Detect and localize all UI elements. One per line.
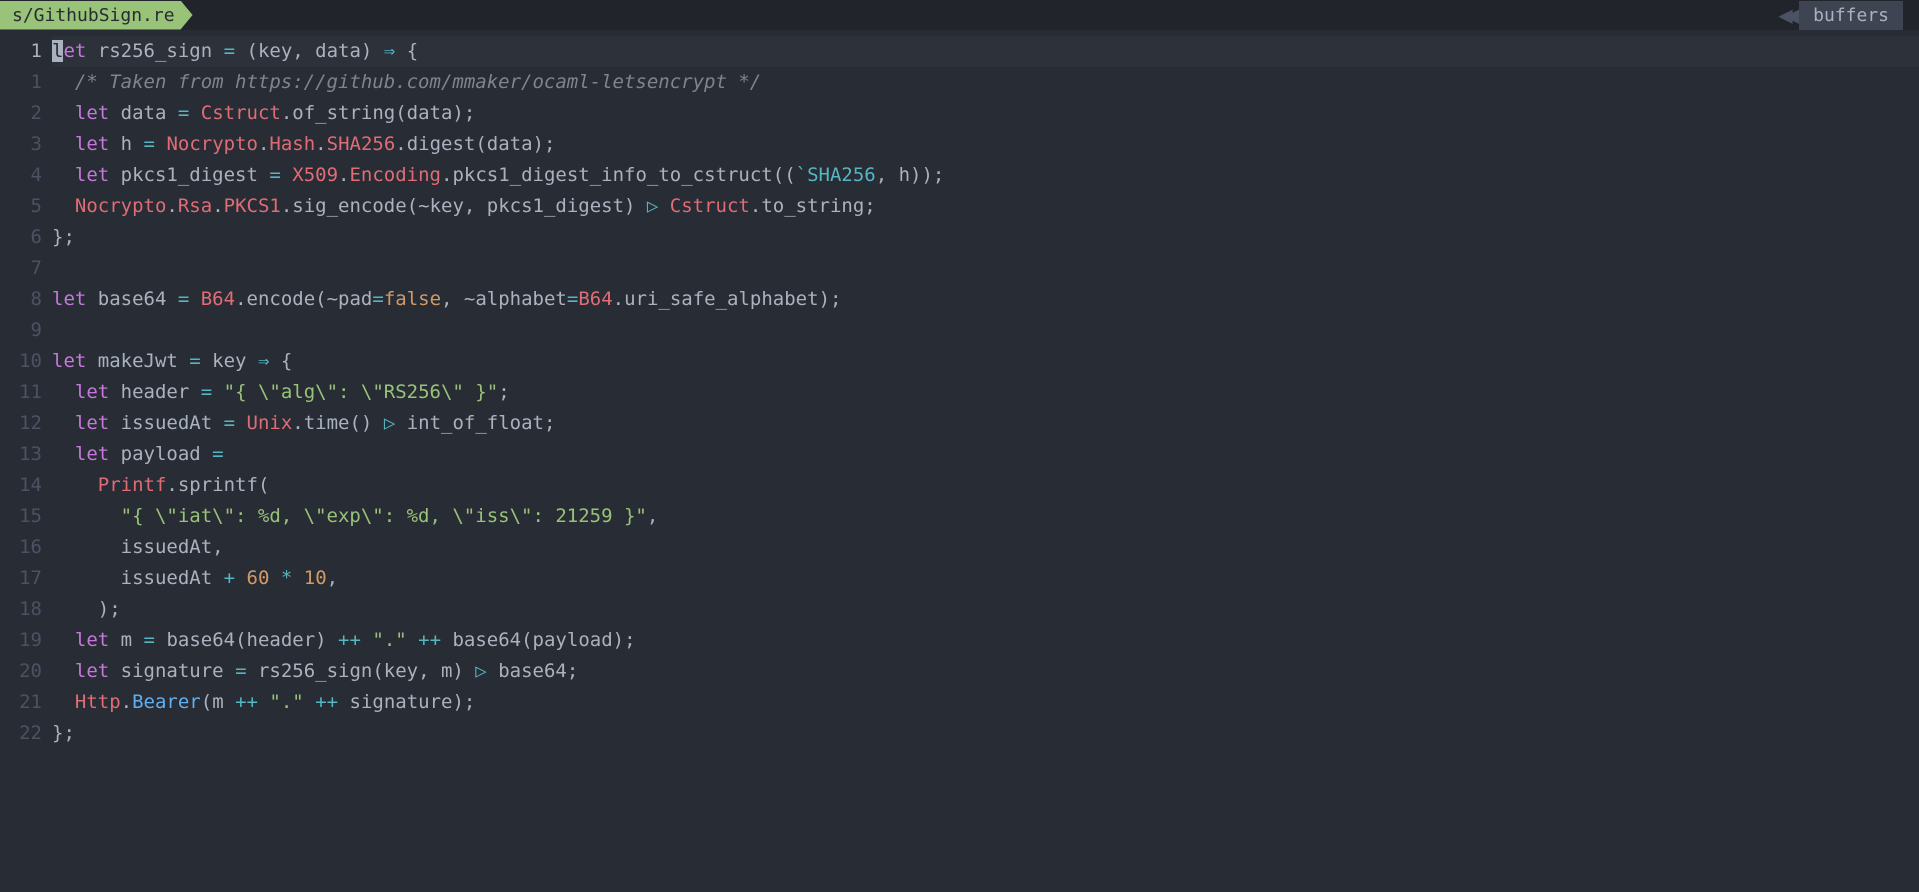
line-number: 4 bbox=[0, 160, 42, 191]
code-line[interactable]: ); bbox=[52, 594, 1919, 625]
code-line[interactable]: let header = "{ \"alg\": \"RS256\" }"; bbox=[52, 377, 1919, 408]
line-number: 19 bbox=[0, 625, 42, 656]
line-number: 16 bbox=[0, 532, 42, 563]
line-number: 2 bbox=[0, 98, 42, 129]
line-number: 1 bbox=[0, 36, 42, 67]
code-line[interactable]: }; bbox=[52, 718, 1919, 749]
code-line[interactable]: issuedAt, bbox=[52, 532, 1919, 563]
line-number: 21 bbox=[0, 687, 42, 718]
line-number: 18 bbox=[0, 594, 42, 625]
line-number: 20 bbox=[0, 656, 42, 687]
code-line[interactable]: Printf.sprintf( bbox=[52, 470, 1919, 501]
line-number: 10 bbox=[0, 346, 42, 377]
code-line[interactable]: let pkcs1_digest = X509.Encoding.pkcs1_d… bbox=[52, 160, 1919, 191]
code-line[interactable]: Http.Bearer(m ++ "." ++ signature); bbox=[52, 687, 1919, 718]
line-number: 8 bbox=[0, 284, 42, 315]
code-line[interactable] bbox=[52, 253, 1919, 284]
code-line[interactable]: let m = base64(header) ++ "." ++ base64(… bbox=[52, 625, 1919, 656]
code-line[interactable]: let data = Cstruct.of_string(data); bbox=[52, 98, 1919, 129]
line-number: 9 bbox=[0, 315, 42, 346]
line-number: 7 bbox=[0, 253, 42, 284]
chevron-left-icon[interactable]: ◀◀ bbox=[1778, 1, 1791, 29]
code-line[interactable]: let signature = rs256_sign(key, m) ▷ bas… bbox=[52, 656, 1919, 687]
buffers-button[interactable]: buffers bbox=[1799, 1, 1903, 30]
line-number: 5 bbox=[0, 191, 42, 222]
line-number: 6 bbox=[0, 222, 42, 253]
line-number: 22 bbox=[0, 718, 42, 749]
line-number: 12 bbox=[0, 408, 42, 439]
code-line[interactable]: issuedAt + 60 * 10, bbox=[52, 563, 1919, 594]
code-area[interactable]: let rs256_sign = (key, data) ⇒ { /* Take… bbox=[52, 36, 1919, 749]
file-tab[interactable]: s/GithubSign.re bbox=[0, 1, 193, 30]
code-line[interactable]: "{ \"iat\": %d, \"exp\": %d, \"iss\": 21… bbox=[52, 501, 1919, 532]
line-number: 14 bbox=[0, 470, 42, 501]
code-line[interactable]: /* Taken from https://github.com/mmaker/… bbox=[52, 67, 1919, 98]
code-line[interactable] bbox=[52, 315, 1919, 346]
line-number-gutter: 1 1 2 3 4 5 6 7 8 9 10 11 12 13 14 15 16… bbox=[0, 36, 52, 749]
cursor: l bbox=[52, 40, 63, 62]
code-line[interactable]: let issuedAt = Unix.time() ▷ int_of_floa… bbox=[52, 408, 1919, 439]
line-number: 1 bbox=[0, 67, 42, 98]
code-line[interactable]: let makeJwt = key ⇒ { bbox=[52, 346, 1919, 377]
line-number: 17 bbox=[0, 563, 42, 594]
line-number: 3 bbox=[0, 129, 42, 160]
line-number: 13 bbox=[0, 439, 42, 470]
line-number: 15 bbox=[0, 501, 42, 532]
code-line[interactable]: }; bbox=[52, 222, 1919, 253]
line-number: 11 bbox=[0, 377, 42, 408]
code-line[interactable]: let h = Nocrypto.Hash.SHA256.digest(data… bbox=[52, 129, 1919, 160]
code-line[interactable]: let rs256_sign = (key, data) ⇒ { bbox=[52, 36, 1919, 67]
code-line[interactable]: Nocrypto.Rsa.PKCS1.sig_encode(~key, pkcs… bbox=[52, 191, 1919, 222]
code-line[interactable]: let base64 = B64.encode(~pad=false, ~alp… bbox=[52, 284, 1919, 315]
tab-bar: s/GithubSign.re ◀◀ buffers bbox=[0, 0, 1919, 30]
buffers-section: ◀◀ buffers bbox=[1778, 1, 1919, 30]
code-line[interactable]: let payload = bbox=[52, 439, 1919, 470]
editor-pane[interactable]: 1 1 2 3 4 5 6 7 8 9 10 11 12 13 14 15 16… bbox=[0, 30, 1919, 749]
